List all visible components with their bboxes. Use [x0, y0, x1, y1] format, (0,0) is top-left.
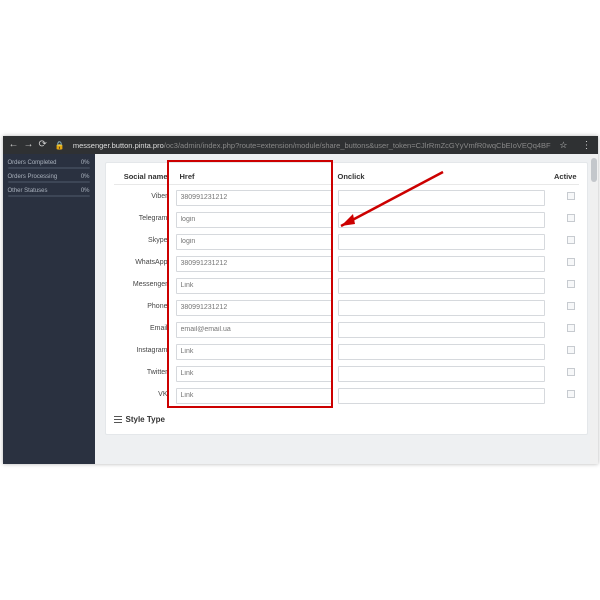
table-row: Email — [114, 317, 579, 339]
reload-icon[interactable]: ⟳ — [39, 140, 47, 150]
href-input[interactable] — [176, 344, 332, 360]
onclick-input[interactable] — [338, 190, 545, 206]
onclick-input[interactable] — [338, 212, 545, 228]
table-row: Instagram — [114, 339, 579, 361]
row-label: Telegram — [114, 215, 176, 222]
href-input[interactable] — [176, 278, 332, 294]
stat-orders-processing: Orders Processing0% — [8, 174, 90, 183]
table-row: Phone — [114, 295, 579, 317]
stat-orders-completed: Orders Completed0% — [8, 160, 90, 169]
viewport: Orders Completed0% Orders Processing0% O… — [3, 154, 598, 464]
menu-icon[interactable]: ⋮ — [582, 140, 592, 151]
style-type-heading: Style Type — [114, 415, 579, 424]
row-label: Email — [114, 325, 176, 332]
row-label: WhatsApp — [114, 259, 176, 266]
active-checkbox[interactable] — [567, 390, 575, 398]
href-input[interactable] — [176, 300, 332, 316]
address-bar[interactable]: messenger.button.pinta.pro/oc3/admin/ind… — [73, 141, 552, 150]
active-checkbox[interactable] — [567, 214, 575, 222]
onclick-input[interactable] — [338, 388, 545, 404]
onclick-input[interactable] — [338, 300, 545, 316]
stat-other-statuses: Other Statuses0% — [8, 188, 90, 197]
browser-toolbar: ← → ⟳ 🔒 messenger.button.pinta.pro/oc3/a… — [3, 136, 598, 154]
forward-icon[interactable]: → — [24, 140, 34, 150]
href-input[interactable] — [176, 190, 332, 206]
back-icon[interactable]: ← — [9, 140, 19, 150]
href-input[interactable] — [176, 388, 332, 404]
active-checkbox[interactable] — [567, 302, 575, 310]
href-input[interactable] — [176, 234, 332, 250]
active-checkbox[interactable] — [567, 346, 575, 354]
onclick-input[interactable] — [338, 322, 545, 338]
bookmark-icon[interactable]: ☆ — [559, 140, 567, 151]
table-row: Telegram — [114, 207, 579, 229]
header-onclick: Onclick — [332, 172, 545, 181]
onclick-input[interactable] — [338, 366, 545, 382]
row-label: Messenger — [114, 281, 176, 288]
active-checkbox[interactable] — [567, 192, 575, 200]
href-input[interactable] — [176, 212, 332, 228]
scrollbar-thumb[interactable] — [591, 158, 597, 182]
onclick-input[interactable] — [338, 344, 545, 360]
table-row: WhatsApp — [114, 251, 579, 273]
active-checkbox[interactable] — [567, 258, 575, 266]
row-label: VK — [114, 391, 176, 398]
table-row: VK — [114, 383, 579, 405]
vertical-scrollbar[interactable] — [590, 154, 598, 464]
header-href: Href — [176, 172, 332, 181]
href-input[interactable] — [176, 366, 332, 382]
row-label: Skype — [114, 237, 176, 244]
row-label: Instagram — [114, 347, 176, 354]
table-row: Skype — [114, 229, 579, 251]
href-input[interactable] — [176, 256, 332, 272]
active-checkbox[interactable] — [567, 368, 575, 376]
social-buttons-panel: Social name Href Onclick Active Viber Tel… — [105, 162, 588, 435]
header-social-name: Social name — [114, 172, 176, 181]
active-checkbox[interactable] — [567, 280, 575, 288]
table-header-row: Social name Href Onclick Active — [114, 169, 579, 185]
active-checkbox[interactable] — [567, 236, 575, 244]
onclick-input[interactable] — [338, 234, 545, 250]
table-row: Twitter — [114, 361, 579, 383]
list-icon — [114, 416, 122, 423]
row-label: Twitter — [114, 369, 176, 376]
photo-frame: ← → ⟳ 🔒 messenger.button.pinta.pro/oc3/a… — [0, 0, 600, 600]
table-row: Messenger — [114, 273, 579, 295]
screenshot-window: ← → ⟳ 🔒 messenger.button.pinta.pro/oc3/a… — [3, 136, 598, 464]
main-content: Social name Href Onclick Active Viber Tel… — [95, 154, 598, 464]
admin-sidebar: Orders Completed0% Orders Processing0% O… — [3, 154, 95, 464]
onclick-input[interactable] — [338, 278, 545, 294]
active-checkbox[interactable] — [567, 324, 575, 332]
row-label: Viber — [114, 193, 176, 200]
lock-icon: 🔒 — [55, 141, 65, 150]
row-label: Phone — [114, 303, 176, 310]
header-active: Active — [545, 172, 579, 181]
table-row: Viber — [114, 185, 579, 207]
href-input[interactable] — [176, 322, 332, 338]
onclick-input[interactable] — [338, 256, 545, 272]
